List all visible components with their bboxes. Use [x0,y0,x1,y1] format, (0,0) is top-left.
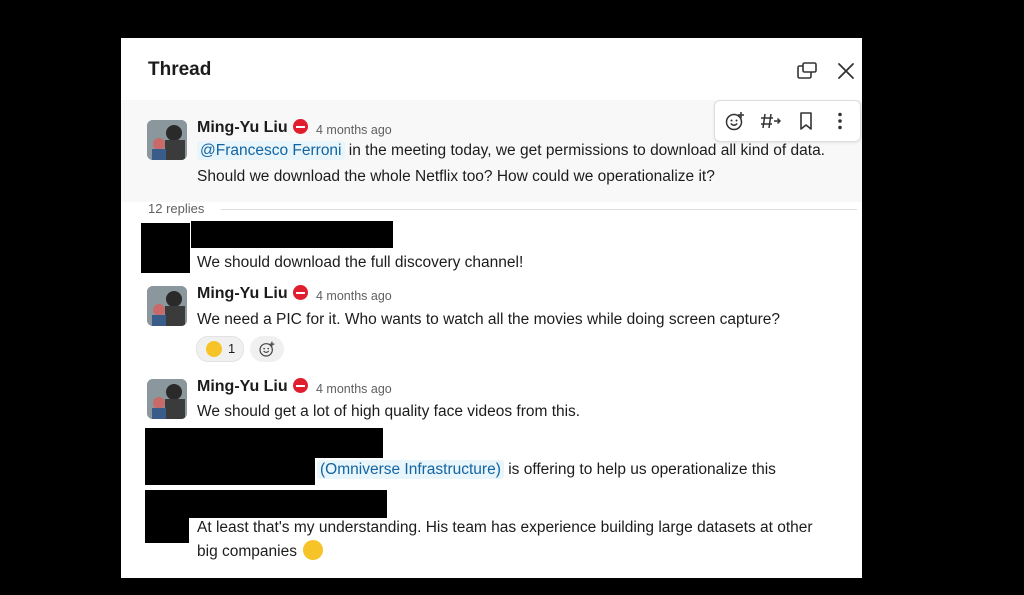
add-reaction-button[interactable] [250,336,284,362]
message-timestamp[interactable]: 4 months ago [316,123,392,137]
message-timestamp[interactable]: 4 months ago [316,382,392,396]
redacted-avatar [141,223,190,273]
reply-line-1: At least that's my understanding. His te… [197,519,813,536]
reply-text: We should get a lot of high quality face… [197,403,581,420]
do-not-disturb-icon [292,119,308,134]
message-actions-toolbar [714,100,861,142]
redacted-name [145,456,315,485]
pop-out-icon[interactable] [796,60,818,82]
user-mention[interactable]: @Francesco Ferroni [197,141,345,160]
thread-panel: Thread Ming-Yu Liu 4 months ago @Frances… [121,38,862,578]
add-reaction-icon[interactable] [724,110,746,132]
reaction-laughing[interactable]: 1 [196,336,244,362]
message-author[interactable]: Ming-Yu Liu [197,378,308,396]
redacted-author [145,490,387,518]
avatar[interactable] [147,120,187,160]
message-line-2: Should we download the whole Netflix too… [197,168,715,185]
more-actions-icon[interactable] [829,110,851,132]
message-author[interactable]: Ming-Yu Liu [197,119,308,137]
do-not-disturb-icon [292,378,308,393]
thread-title: Thread [148,59,212,80]
close-icon[interactable] [835,60,857,82]
reply-in-channel-icon[interactable] [759,110,781,132]
redacted-author [191,221,393,248]
message-author[interactable]: Ming-Yu Liu [197,285,308,303]
slightly-smiling-face-icon [302,540,323,560]
group-mention[interactable]: (Omniverse Infrastructure) [317,460,504,479]
avatar[interactable] [147,286,187,326]
redacted-avatar [145,516,189,543]
reply-text: (Omniverse Infrastructure) is offering t… [317,457,776,483]
reply-text: We should download the full discovery ch… [197,254,524,271]
avatar[interactable] [147,379,187,419]
replies-divider [221,209,857,210]
message-timestamp[interactable]: 4 months ago [316,289,392,303]
replies-count: 12 replies [148,201,205,216]
reply-line-2: big companies [197,539,323,565]
bookmark-icon[interactable] [795,110,817,132]
do-not-disturb-icon [292,285,308,300]
thread-header: Thread [121,38,862,100]
reply-text: We need a PIC for it. Who wants to watch… [197,311,780,328]
reaction-count: 1 [228,341,236,356]
redacted-author [145,428,383,458]
laughing-face-icon [206,341,222,357]
